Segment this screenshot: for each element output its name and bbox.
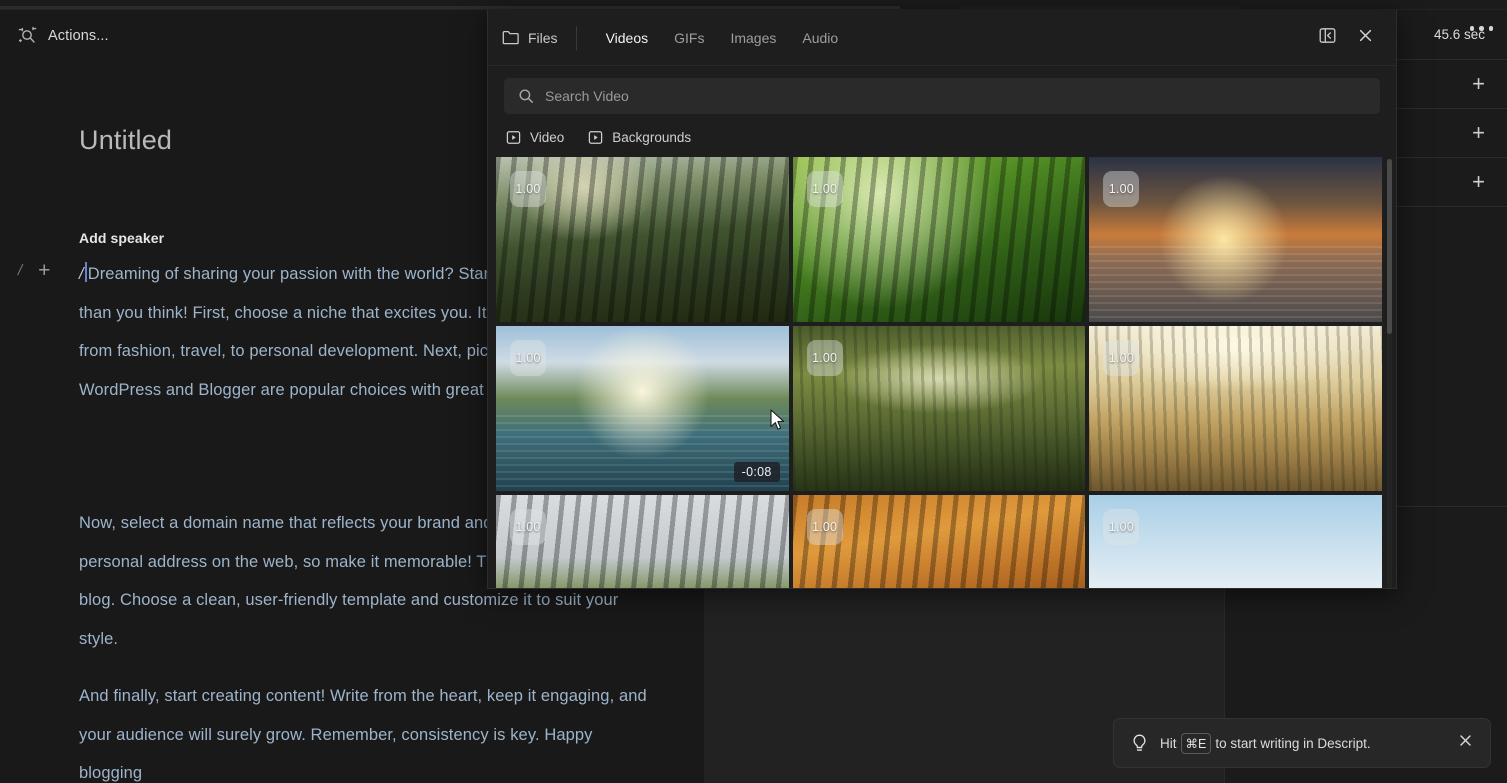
media-browser-panel: Files Videos GIFs Images Audio Search Vi… bbox=[487, 10, 1397, 589]
toast-prefix: Hit bbox=[1160, 735, 1177, 751]
media-thumbnail[interactable]: 1.00 bbox=[1089, 495, 1382, 588]
media-thumbnail[interactable]: 1.00 bbox=[792, 326, 1086, 491]
paragraph-gutter: / + bbox=[16, 260, 50, 281]
close-panel-button[interactable] bbox=[1352, 25, 1378, 51]
text-caret bbox=[84, 262, 87, 282]
toast-close-button[interactable] bbox=[1457, 732, 1474, 754]
media-thumbnail[interactable]: 1.00 -0:08 bbox=[496, 326, 789, 491]
tab-gifs[interactable]: GIFs bbox=[661, 30, 717, 46]
media-thumbnail[interactable]: 1.00 bbox=[1089, 326, 1382, 491]
subtab-backgrounds-label: Backgrounds bbox=[612, 130, 692, 145]
media-thumbnail[interactable]: 1.00 bbox=[792, 157, 1086, 322]
media-subtabs: Video Backgrounds bbox=[488, 124, 1396, 157]
grid-scrollbar-thumb[interactable] bbox=[1387, 159, 1392, 334]
tab-videos[interactable]: Videos bbox=[593, 30, 662, 46]
writing-hint-toast: Hit ⌘E to start writing in Descript. bbox=[1113, 718, 1491, 768]
actions-label: Actions... bbox=[48, 28, 109, 44]
panel-collapse-icon bbox=[1318, 26, 1337, 50]
app-root: Actions... Untitled Add speaker / + / Dre… bbox=[0, 0, 1507, 783]
speed-badge: 1.00 bbox=[1103, 340, 1140, 376]
folder-icon bbox=[502, 30, 519, 45]
collapse-panel-button[interactable] bbox=[1314, 25, 1340, 51]
tab-images[interactable]: Images bbox=[717, 30, 789, 46]
toast-message: Hit ⌘E to start writing in Descript. bbox=[1160, 732, 1371, 754]
plus-icon[interactable]: + bbox=[1472, 171, 1485, 193]
speaker-label[interactable]: Add speaker bbox=[79, 230, 164, 246]
transcript-paragraph-3[interactable]: And finally, start creating content! Wri… bbox=[79, 677, 649, 783]
drag-handle-icon[interactable]: / bbox=[16, 262, 24, 279]
magic-select-icon bbox=[18, 26, 38, 46]
speed-badge: 1.00 bbox=[1103, 171, 1140, 207]
tab-files[interactable]: Files bbox=[502, 25, 577, 50]
tab-files-label: Files bbox=[528, 29, 558, 46]
plus-icon[interactable]: + bbox=[1472, 122, 1485, 144]
video-icon bbox=[588, 130, 603, 145]
speed-badge: 1.00 bbox=[806, 171, 843, 207]
subtab-video[interactable]: Video bbox=[506, 130, 564, 145]
speed-badge: 1.00 bbox=[510, 509, 546, 545]
media-thumbnail[interactable]: 1.00 bbox=[496, 495, 789, 588]
media-thumbnail[interactable]: 1.00 bbox=[1089, 157, 1382, 322]
media-grid-scroll-area[interactable]: 1.00 1.00 1.00 1.00 -0:08 1.00 1.00 1.00… bbox=[488, 157, 1396, 588]
window-top-strip bbox=[0, 0, 1507, 10]
search-input[interactable] bbox=[545, 88, 1366, 104]
speed-badge: 1.00 bbox=[806, 340, 843, 376]
lightbulb-icon bbox=[1130, 733, 1149, 754]
speed-badge: 1.00 bbox=[806, 509, 843, 545]
more-options-icon[interactable] bbox=[1469, 26, 1493, 31]
speed-badge: 1.00 bbox=[510, 340, 546, 376]
subtab-backgrounds[interactable]: Backgrounds bbox=[588, 130, 691, 145]
tab-audio[interactable]: Audio bbox=[789, 30, 851, 46]
media-panel-header: Files Videos GIFs Images Audio bbox=[488, 10, 1396, 66]
shortcut-key: ⌘E bbox=[1180, 732, 1212, 754]
video-icon bbox=[506, 130, 521, 145]
plus-icon[interactable]: + bbox=[38, 260, 50, 281]
media-grid: 1.00 1.00 1.00 1.00 -0:08 1.00 1.00 1.00… bbox=[496, 157, 1382, 588]
subtab-video-label: Video bbox=[530, 130, 565, 145]
duration-badge: -0:08 bbox=[733, 462, 780, 482]
media-thumbnail[interactable]: 1.00 bbox=[496, 157, 789, 322]
actions-button[interactable]: Actions... bbox=[18, 26, 109, 46]
media-search-area bbox=[488, 66, 1396, 124]
close-icon bbox=[1356, 26, 1375, 50]
page-title[interactable]: Untitled bbox=[79, 125, 172, 156]
speed-badge: 1.00 bbox=[510, 171, 546, 207]
toast-suffix: to start writing in Descript. bbox=[1215, 735, 1371, 751]
search-box[interactable] bbox=[504, 78, 1380, 114]
slash-marker: / bbox=[79, 265, 84, 283]
speed-badge: 1.00 bbox=[1103, 509, 1140, 545]
media-thumbnail[interactable]: 1.00 bbox=[792, 495, 1086, 588]
plus-icon[interactable]: + bbox=[1472, 73, 1485, 95]
search-icon bbox=[518, 88, 534, 104]
